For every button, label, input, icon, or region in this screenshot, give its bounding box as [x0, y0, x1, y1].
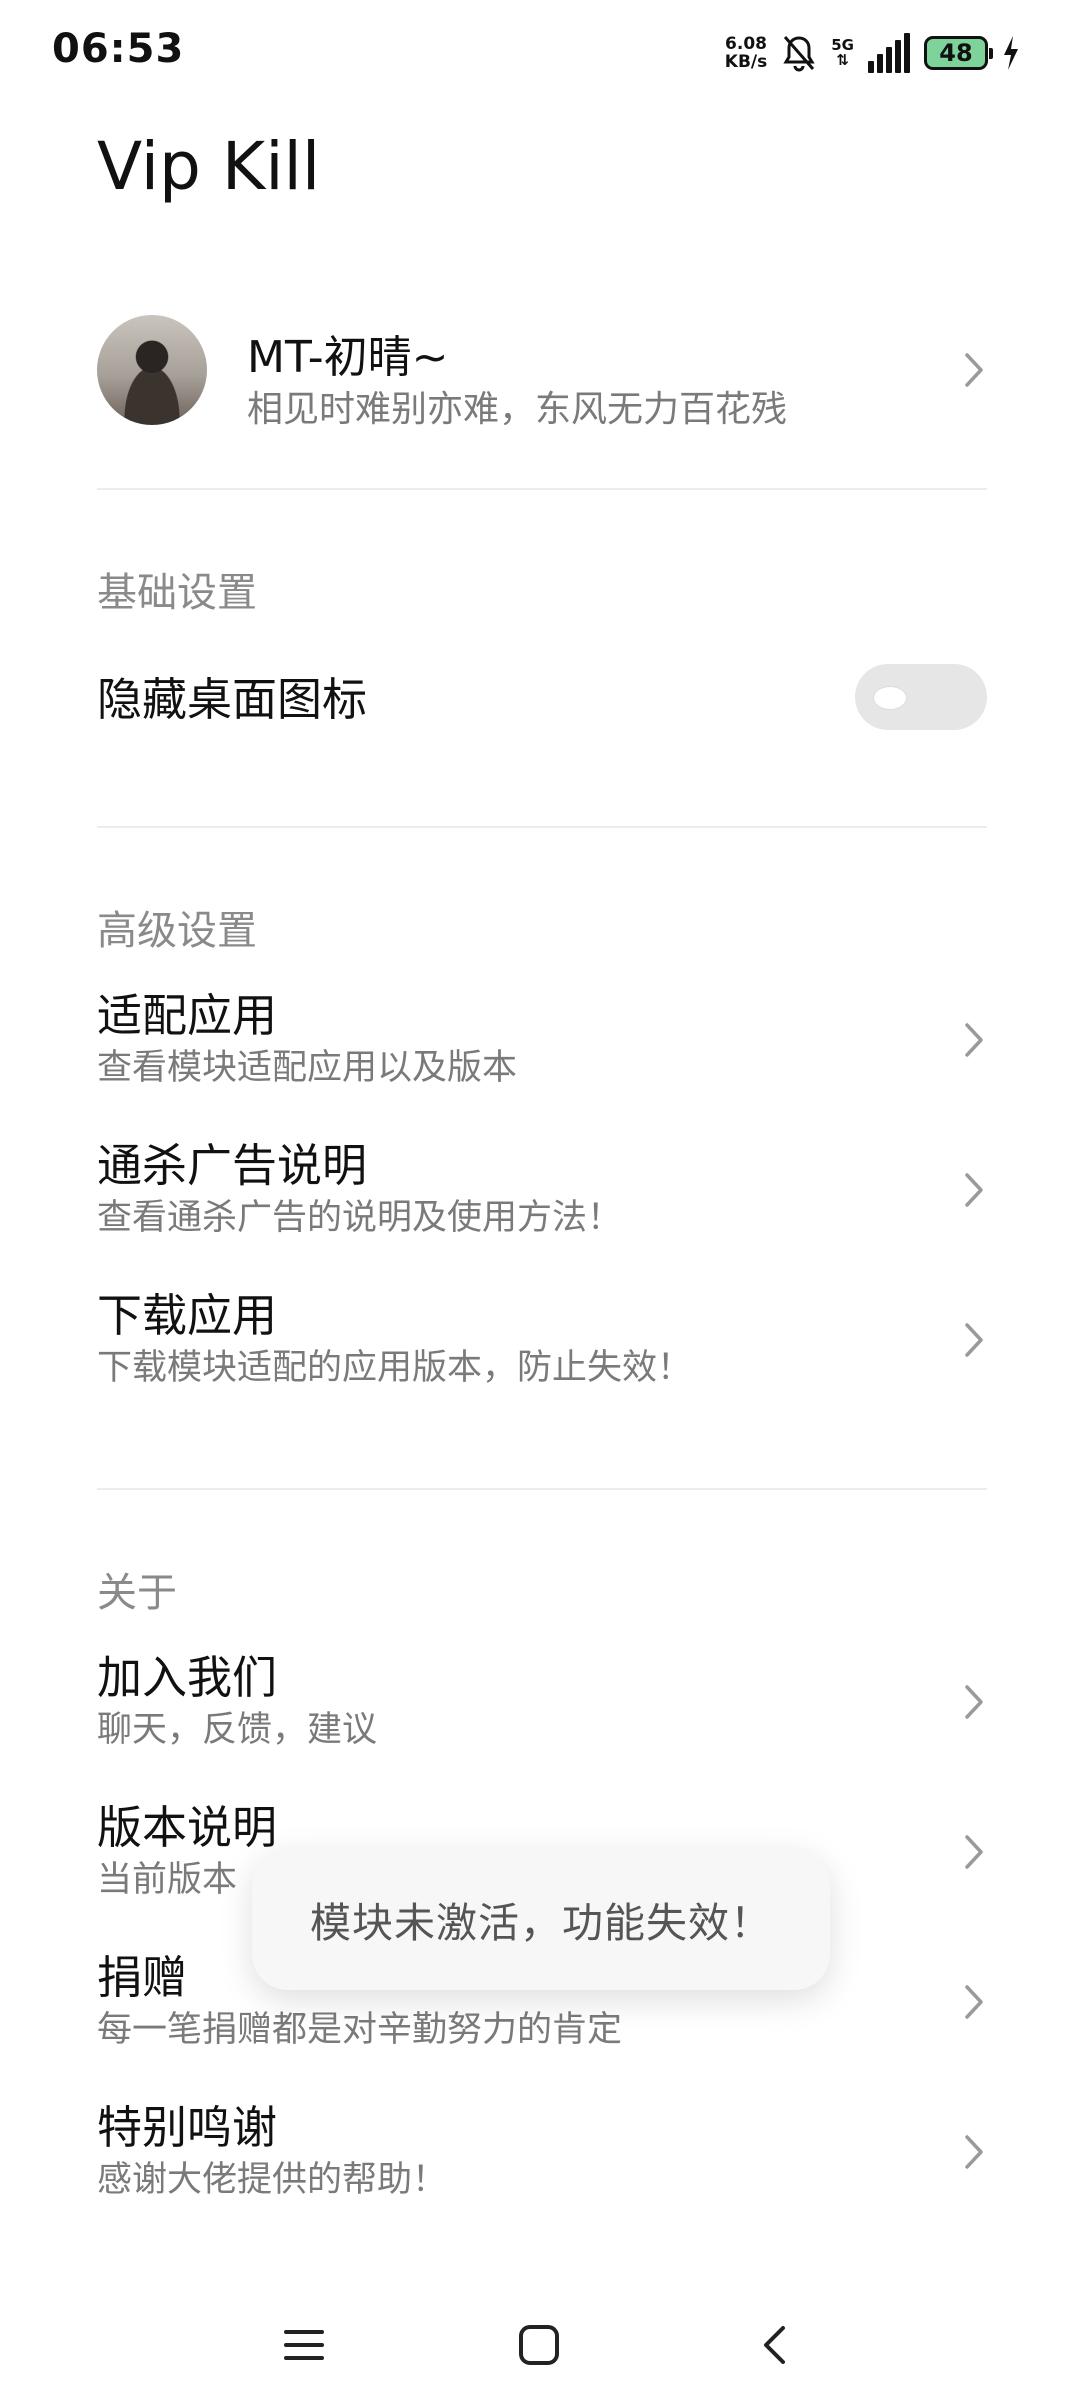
list-item-join-us[interactable]: 加入我们 聊天，反馈，建议 — [97, 1650, 987, 1752]
battery-icon: 48 — [924, 36, 993, 70]
list-item-subtitle: 查看模块适配应用以及版本 — [97, 1048, 518, 1088]
net-speed-unit: KB/s — [724, 52, 768, 72]
profile-name: MT-初晴~ — [247, 332, 449, 383]
net-speed-value: 6.08 — [725, 34, 767, 54]
home-icon[interactable] — [509, 2315, 569, 2375]
chevron-right-icon — [961, 1020, 987, 1060]
avatar — [97, 315, 207, 425]
page-title: Vip Kill — [97, 128, 321, 205]
divider — [97, 826, 987, 828]
profile-card[interactable]: MT-初晴~ 相见时难别亦难，东风无力百花残 — [97, 315, 987, 430]
charging-bolt-icon — [1002, 36, 1020, 70]
list-item-ad-kill-guide[interactable]: 通杀广告说明 查看通杀广告的说明及使用方法！ — [97, 1138, 987, 1240]
list-item-subtitle: 每一笔捐赠都是对辛勤努力的肯定 — [97, 2010, 623, 2050]
list-item-subtitle: 下载模块适配的应用版本，防止失效！ — [97, 1348, 693, 1388]
toast-message: 模块未激活，功能失效！ — [310, 1899, 772, 1947]
list-item-adapted-apps[interactable]: 适配应用 查看模块适配应用以及版本 — [97, 988, 987, 1090]
signal-icon — [868, 33, 910, 73]
toast: 模块未激活，功能失效！ — [252, 1848, 830, 1990]
status-icons: 6.08 KB/s 5G ⇅ 48 — [725, 28, 1020, 78]
battery-level: 48 — [939, 39, 973, 67]
list-item-subtitle: 感谢大佬提供的帮助！ — [97, 2160, 448, 2200]
setting-hide-icon-label: 隐藏桌面图标 — [97, 673, 368, 726]
list-item-title: 下载应用 — [97, 1289, 278, 1342]
list-item-subtitle: 查看通杀广告的说明及使用方法！ — [97, 1198, 623, 1238]
list-item-download-apps[interactable]: 下载应用 下载模块适配的应用版本，防止失效！ — [97, 1288, 987, 1390]
list-item-title: 适配应用 — [97, 989, 278, 1042]
section-title-about: 关于 — [97, 1570, 177, 1616]
list-item-subtitle: 聊天，反馈，建议 — [97, 1710, 378, 1750]
chevron-right-icon — [961, 2132, 987, 2172]
section-title-basic: 基础设置 — [97, 570, 257, 616]
hide-icon-toggle[interactable] — [855, 664, 987, 730]
divider — [97, 1488, 987, 1490]
chevron-right-icon — [961, 1982, 987, 2022]
chevron-right-icon — [961, 1170, 987, 1210]
list-item-special-thanks[interactable]: 特别鸣谢 感谢大佬提供的帮助！ — [97, 2100, 987, 2202]
section-title-advanced: 高级设置 — [97, 908, 257, 954]
profile-motto: 相见时难别亦难，东风无力百花残 — [247, 389, 788, 430]
status-time: 06:53 — [52, 26, 185, 72]
toggle-knob — [873, 686, 907, 710]
chevron-right-icon — [961, 1682, 987, 1722]
bell-off-icon — [781, 33, 817, 73]
back-icon[interactable] — [744, 2315, 804, 2375]
list-item-title: 加入我们 — [97, 1651, 278, 1704]
menu-icon[interactable] — [274, 2315, 334, 2375]
navigation-bar — [0, 2285, 1080, 2395]
list-item-title: 通杀广告说明 — [97, 1139, 368, 1192]
setting-hide-icon: 隐藏桌面图标 — [97, 664, 987, 730]
data-arrows-icon: ⇅ — [836, 51, 849, 69]
list-item-title: 特别鸣谢 — [97, 2101, 278, 2154]
divider — [97, 488, 987, 490]
network-type: 5G ⇅ — [831, 38, 854, 68]
status-bar: 06:53 6.08 KB/s 5G ⇅ 48 — [0, 0, 1080, 100]
chevron-right-icon — [961, 1320, 987, 1360]
net-speed: 6.08 KB/s — [725, 35, 767, 71]
chevron-right-icon — [961, 1832, 987, 1872]
chevron-right-icon — [961, 350, 987, 390]
